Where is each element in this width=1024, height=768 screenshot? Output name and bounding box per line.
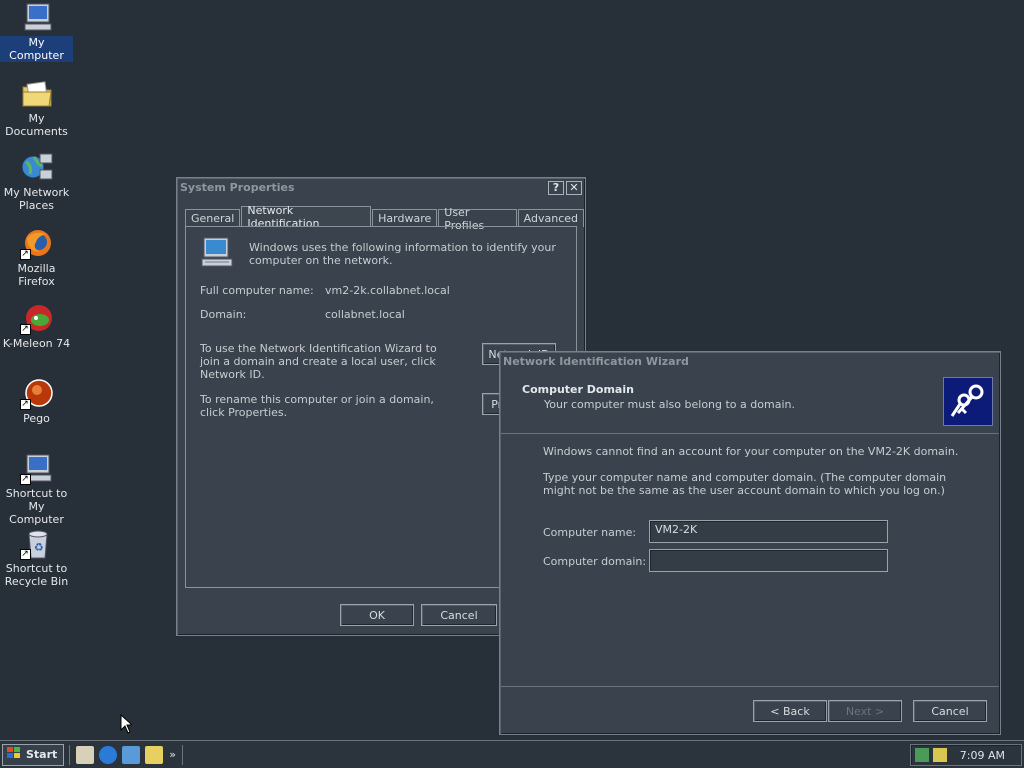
desktop-icon-shortcut-my-computer[interactable]: ↗ Shortcut to My Computer — [0, 453, 73, 526]
k-meleon-icon: ↗ — [19, 303, 54, 335]
desktop-icon-label: Pego — [23, 412, 50, 425]
full-computer-name-label: Full computer name: — [200, 284, 314, 297]
folder-documents-icon — [20, 78, 54, 110]
shortcut-arrow-icon: ↗ — [19, 249, 31, 260]
svg-text:♻: ♻ — [34, 541, 44, 554]
firefox-icon: ↗ — [19, 228, 54, 260]
desktop-icon-label: My Network Places — [3, 186, 70, 212]
window-title: Network Identification Wizard — [503, 355, 689, 368]
tab-strip: General Network Identification Hardware … — [185, 204, 585, 232]
desktop-icon-label: Mozilla Firefox — [17, 262, 56, 288]
window-title: System Properties — [180, 181, 295, 194]
wizard-cancel-button[interactable]: Cancel — [913, 700, 987, 722]
wizard-titlebar[interactable]: Network Identification Wizard — [500, 352, 1000, 371]
windows-logo-icon — [6, 746, 22, 763]
desktop-icon-pego[interactable]: ↗ Pego — [0, 378, 73, 425]
computer-icon — [20, 2, 54, 34]
network-globe-icon — [20, 152, 54, 184]
taskbar-separator — [182, 744, 184, 765]
back-button[interactable]: < Back — [753, 700, 827, 722]
wizard-header-title: Computer Domain — [522, 383, 634, 396]
desktop-icon-mozilla-firefox[interactable]: ↗ Mozilla Firefox — [0, 228, 73, 288]
cancel-button[interactable]: Cancel — [421, 604, 497, 626]
keys-icon — [943, 377, 993, 426]
computer-domain-field[interactable] — [649, 549, 888, 572]
desktop-icon-label: Shortcut to Recycle Bin — [4, 562, 69, 588]
computer-name-label: Computer name: — [543, 526, 637, 539]
wizard-instruction-text: To use the Network Identification Wizard… — [200, 342, 437, 381]
show-desktop-icon[interactable] — [76, 745, 95, 764]
system-tray: 7:09 AM — [910, 744, 1022, 766]
clock[interactable]: 7:09 AM — [960, 749, 1005, 762]
desktop-icon-label: K-Meleon 74 — [2, 337, 71, 350]
tab-user-profiles[interactable]: User Profiles — [438, 206, 517, 232]
shortcut-arrow-icon: ↗ — [19, 399, 31, 410]
desktop-icon-my-computer[interactable]: My Computer — [0, 2, 73, 62]
domain-value: collabnet.local — [325, 308, 405, 321]
wizard-header: Computer Domain Your computer must also … — [501, 372, 999, 434]
ok-button[interactable]: OK — [340, 604, 414, 626]
desktop-icon-my-documents[interactable]: My Documents — [0, 78, 73, 138]
rename-instruction-text: To rename this computer or join a domain… — [200, 393, 434, 419]
intro-text: Windows uses the following information t… — [249, 241, 556, 267]
wizard-header-subtitle: Your computer must also belong to a doma… — [544, 398, 795, 411]
shortcut-arrow-icon: ↗ — [19, 549, 31, 560]
computer-icon — [200, 237, 234, 269]
computer-icon: ↗ — [19, 453, 54, 485]
outlook-express-icon[interactable] — [122, 745, 141, 764]
domain-label: Domain: — [200, 308, 247, 321]
tab-hardware[interactable]: Hardware — [372, 209, 438, 227]
shortcut-arrow-icon: ↗ — [19, 474, 31, 485]
mouse-cursor-icon — [120, 713, 134, 737]
recycle-bin-icon: ♻ ↗ — [19, 528, 54, 560]
start-button[interactable]: Start — [2, 743, 65, 766]
network-identification-wizard-window: Network Identification Wizard Computer D… — [499, 351, 1001, 735]
system-properties-titlebar[interactable]: System Properties ? ✕ — [177, 178, 585, 197]
help-button[interactable]: ? — [548, 180, 564, 195]
explorer-icon[interactable] — [145, 745, 164, 764]
taskbar: Start » 7:09 AM — [0, 740, 1024, 768]
shortcut-arrow-icon: ↗ — [19, 324, 31, 335]
network-tray-icon[interactable] — [915, 748, 929, 762]
close-button[interactable]: ✕ — [566, 180, 582, 195]
desktop-icon-label: My Computer — [0, 36, 73, 62]
tab-network-identification[interactable]: Network Identification — [241, 204, 372, 230]
internet-explorer-icon[interactable] — [99, 745, 118, 764]
computer-domain-label: Computer domain: — [543, 555, 647, 568]
desktop-icon-k-meleon[interactable]: ↗ K-Meleon 74 — [0, 303, 73, 350]
start-label: Start — [26, 748, 58, 761]
computer-name-field[interactable]: VM2-2K — [649, 520, 888, 543]
desktop-icon-label: My Documents — [5, 112, 68, 138]
tab-general[interactable]: General — [185, 209, 241, 227]
tray-app-icon[interactable] — [933, 748, 947, 762]
quick-launch-chevron[interactable]: » — [169, 748, 176, 761]
wizard-footer-divider — [501, 686, 999, 687]
wizard-message-2: Type your computer name and computer dom… — [543, 471, 947, 497]
desktop-icon-my-network-places[interactable]: My Network Places — [0, 152, 73, 212]
tab-advanced[interactable]: Advanced — [517, 209, 584, 227]
taskbar-separator — [69, 744, 71, 765]
wizard-message-1: Windows cannot find an account for your … — [543, 445, 959, 458]
full-computer-name-value: vm2-2k.collabnet.local — [325, 284, 450, 297]
pego-icon: ↗ — [19, 378, 54, 410]
desktop-icon-label: Shortcut to My Computer — [5, 487, 68, 526]
desktop-icon-shortcut-recycle-bin[interactable]: ♻ ↗ Shortcut to Recycle Bin — [0, 528, 73, 588]
next-button[interactable]: Next > — [828, 700, 902, 722]
